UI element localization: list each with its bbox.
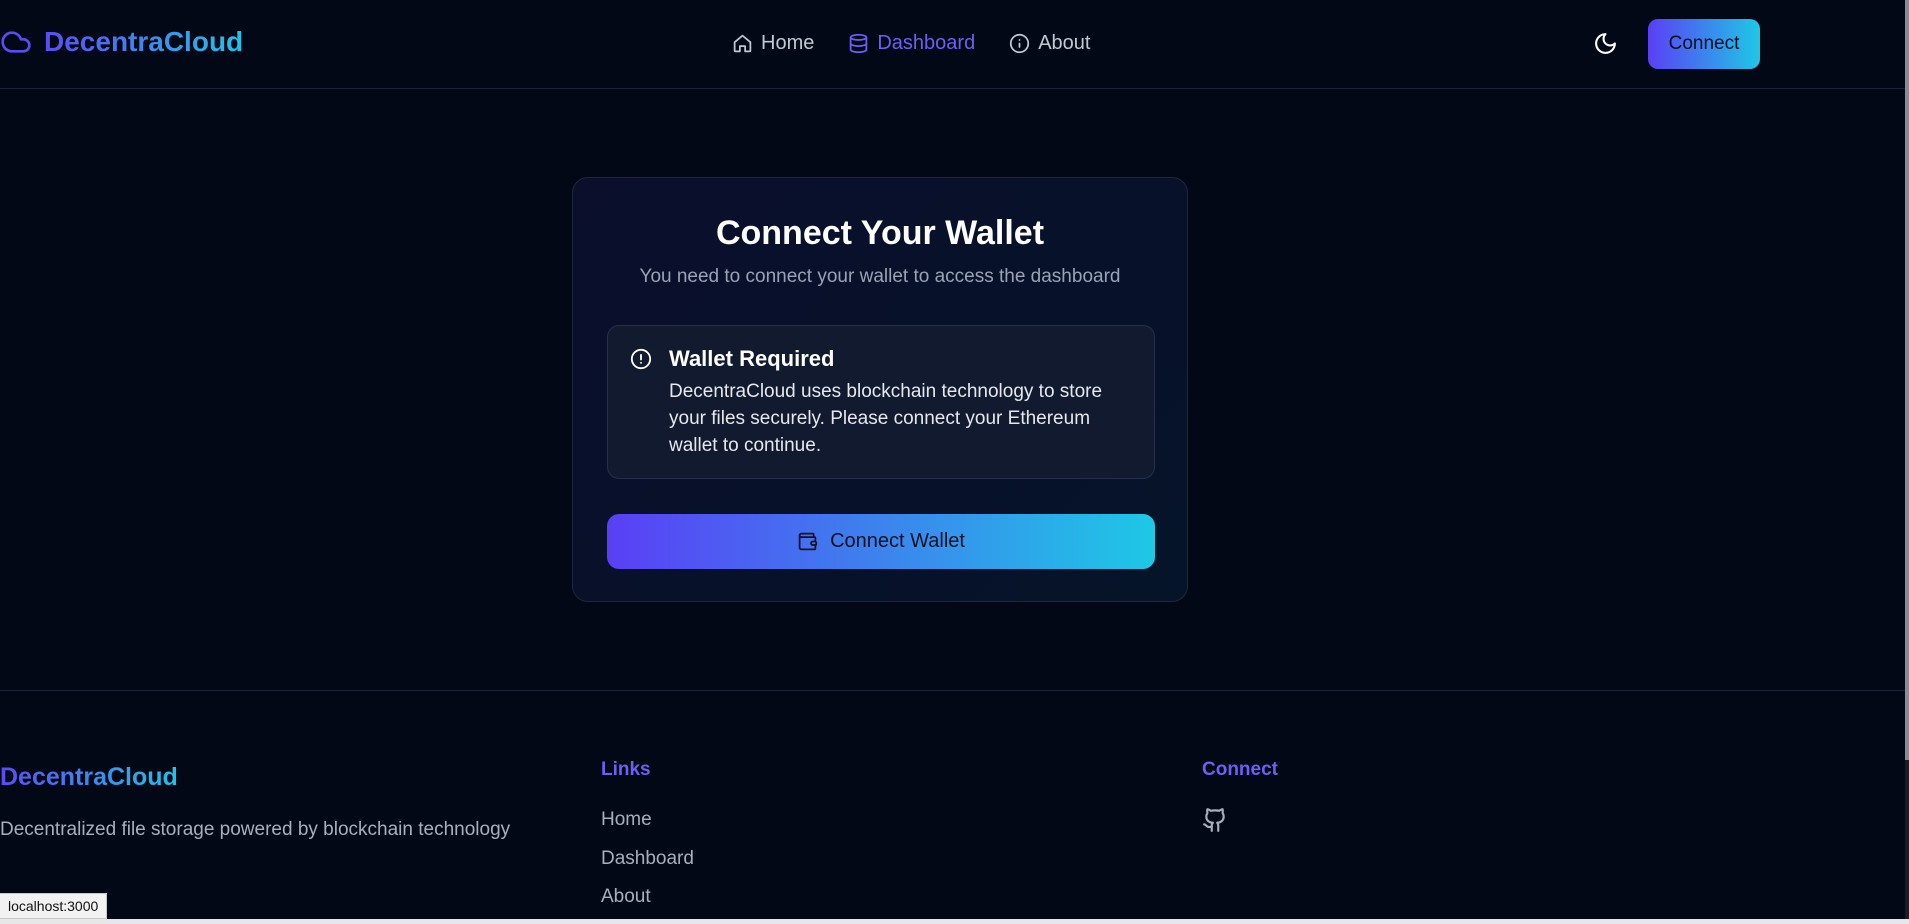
wallet-required-alert: Wallet Required DecentraCloud uses block…	[607, 325, 1155, 479]
page: DecentraCloud Home Dashboard About Conne…	[0, 0, 1909, 924]
card-subtitle: You need to connect your wallet to acces…	[639, 266, 1121, 287]
connect-button[interactable]: Connect	[1648, 19, 1760, 69]
scrollbar-thumb[interactable]	[1905, 0, 1909, 760]
github-icon[interactable]	[1202, 807, 1228, 833]
nav-about[interactable]: About	[1009, 32, 1090, 55]
status-url-tooltip: localhost:3000	[0, 893, 108, 919]
brand-name: DecentraCloud	[44, 26, 244, 57]
cloud-icon	[1, 31, 31, 53]
connect-wallet-label: Connect Wallet	[830, 530, 965, 552]
alert-body: DecentraCloud uses blockchain technology…	[669, 381, 1103, 456]
home-icon	[733, 34, 752, 52]
footer-link-about[interactable]: About	[601, 886, 651, 908]
nav-dashboard[interactable]: Dashboard	[848, 32, 975, 55]
alert-title: Wallet Required	[669, 346, 835, 371]
nav-home-label: Home	[761, 31, 815, 54]
alert-circle-icon	[630, 348, 652, 370]
footer-brand: DecentraCloud	[0, 763, 178, 791]
footer-tagline: Decentralized file storage powered by bl…	[0, 819, 511, 840]
moon-icon	[1594, 32, 1616, 54]
nav-home[interactable]: Home	[732, 32, 814, 55]
footer-link-home[interactable]: Home	[601, 809, 652, 831]
nav-about-label: About	[1038, 31, 1091, 54]
footer: DecentraCloud Decentralized file storage…	[0, 690, 1905, 924]
wallet-icon	[798, 532, 818, 551]
navbar: DecentraCloud Home Dashboard About Conne…	[0, 0, 1905, 89]
main-nav: Home Dashboard About	[732, 26, 1090, 60]
theme-toggle-button[interactable]	[1588, 26, 1622, 60]
card-title: Connect Your Wallet	[715, 214, 1045, 252]
connect-wallet-card: Connect Your Wallet You need to connect …	[572, 177, 1188, 602]
nav-dashboard-label: Dashboard	[877, 31, 976, 54]
brand-logo[interactable]: DecentraCloud	[0, 22, 243, 62]
info-icon	[1010, 33, 1030, 53]
footer-links-title: Links	[601, 759, 651, 780]
connect-wallet-button[interactable]: Connect Wallet	[607, 514, 1155, 569]
footer-connect-title: Connect	[1202, 759, 1278, 780]
window-bottom-edge	[0, 919, 1909, 924]
database-icon	[850, 33, 868, 53]
footer-link-dashboard[interactable]: Dashboard	[601, 848, 694, 870]
